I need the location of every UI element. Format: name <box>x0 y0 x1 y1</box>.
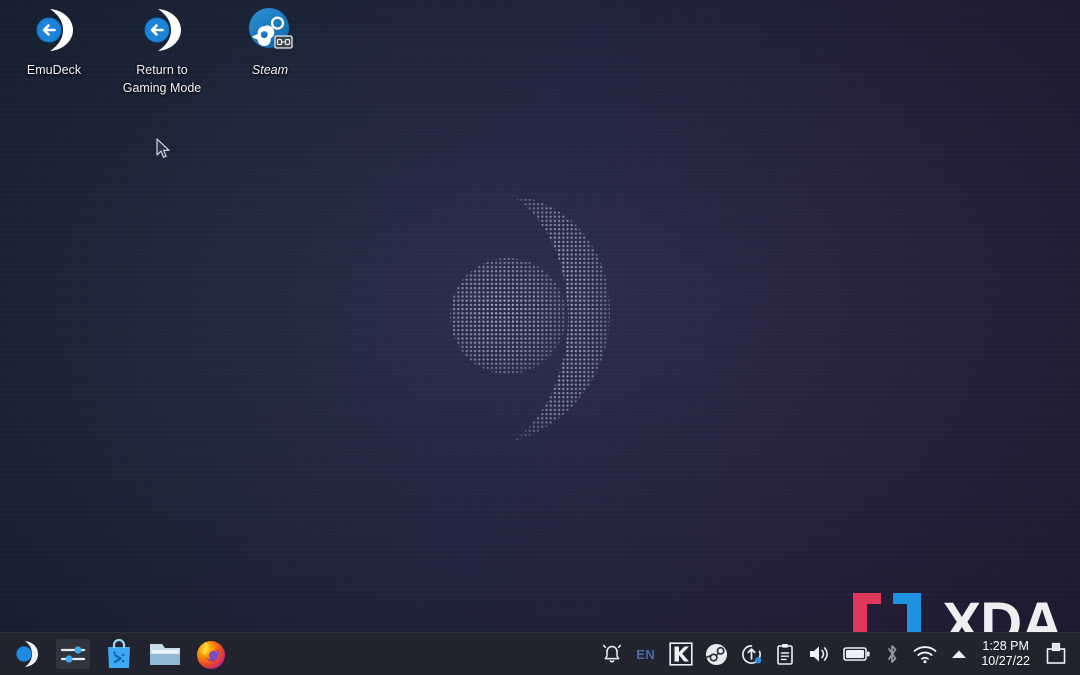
desktop-icon-emudeck[interactable]: EmuDeck <box>0 6 108 79</box>
arrow-cursor <box>156 138 172 160</box>
system-settings-icon[interactable] <box>52 634 94 674</box>
steamos-launcher-icon[interactable] <box>6 634 48 674</box>
wifi-icon[interactable] <box>908 634 943 674</box>
notification-bell-icon[interactable] <box>597 634 627 674</box>
battery-icon[interactable] <box>838 634 876 674</box>
keyboard-layout-indicator[interactable]: EN <box>629 634 662 674</box>
volume-speaker-icon[interactable] <box>802 634 836 674</box>
desktop-icon-label: Steam <box>251 63 289 77</box>
system-tray: EN 1:28 PM 10/27/22 <box>597 634 1080 674</box>
chevron-up-icon[interactable] <box>945 634 973 674</box>
kde-connect-icon[interactable] <box>664 634 698 674</box>
desktop-icon-label: EmuDeck <box>26 63 82 77</box>
bluetooth-icon[interactable] <box>878 634 906 674</box>
wallpaper-logo <box>440 190 630 450</box>
return-to-gaming-mode-icon <box>138 6 186 54</box>
firefox-icon[interactable] <box>190 634 232 674</box>
steam-icon <box>246 6 294 54</box>
clock-time: 1:28 PM <box>982 639 1029 653</box>
desktop[interactable]: EmuDeck Return to Gaming Mode Steam XDA … <box>0 0 1080 675</box>
file-manager-icon[interactable] <box>144 634 186 674</box>
desktop-icon-steam[interactable]: Steam <box>216 6 324 79</box>
show-desktop-icon[interactable] <box>1040 634 1076 674</box>
taskbar-launchers <box>0 634 232 674</box>
clock-date: 10/27/22 <box>981 654 1030 668</box>
emudeck-icon <box>30 6 78 54</box>
desktop-icon-return-to-gaming-mode[interactable]: Return to Gaming Mode <box>108 6 216 97</box>
desktop-icon-label: Return to Gaming Mode <box>122 63 202 95</box>
clipboard-icon[interactable] <box>770 634 800 674</box>
taskbar[interactable]: EN 1:28 PM 10/27/22 <box>0 632 1080 675</box>
steam-tray-icon[interactable] <box>700 634 733 674</box>
software-update-icon[interactable] <box>735 634 768 674</box>
taskbar-clock[interactable]: 1:28 PM 10/27/22 <box>975 639 1038 669</box>
discover-store-icon[interactable] <box>98 634 140 674</box>
